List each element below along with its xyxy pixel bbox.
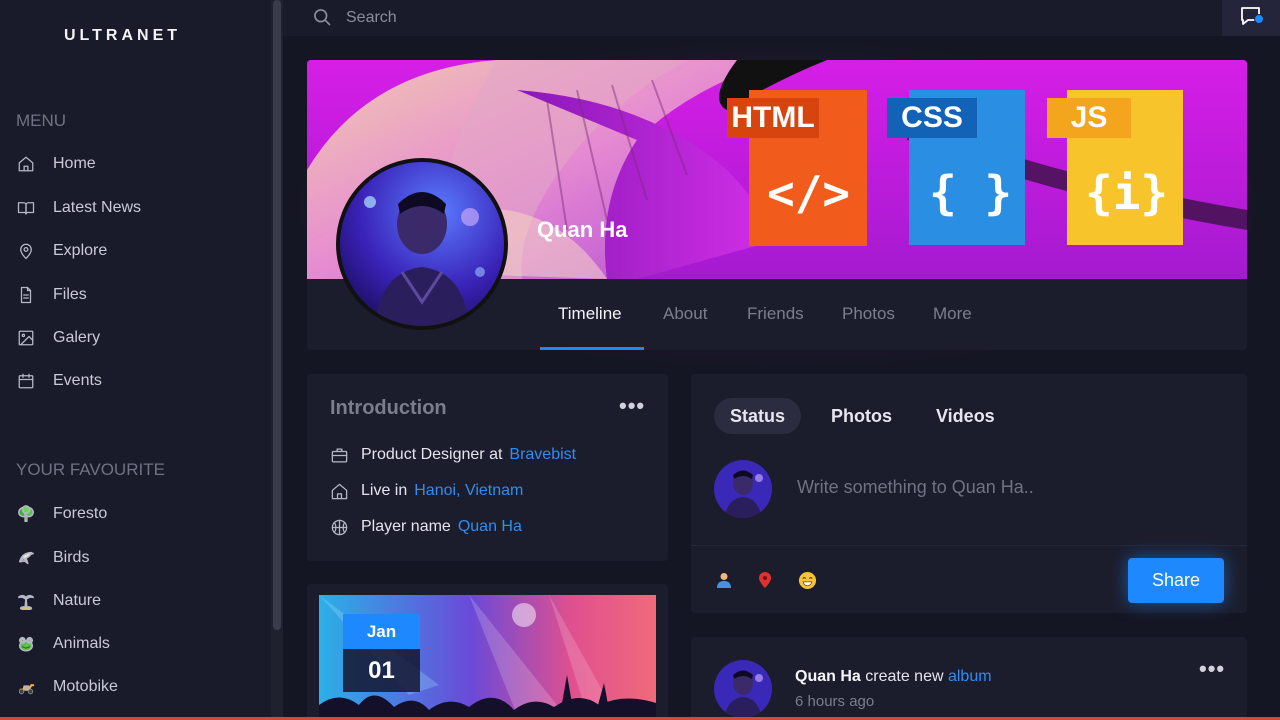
- tag-people-icon[interactable]: [714, 570, 734, 590]
- messages-button[interactable]: [1222, 0, 1280, 36]
- code-tag-icon: </>: [767, 166, 851, 220]
- curly-braces-icon: { }: [929, 166, 1013, 220]
- tab-timeline[interactable]: Timeline: [558, 304, 622, 324]
- tab-about[interactable]: About: [663, 304, 707, 324]
- search-input[interactable]: [346, 6, 946, 30]
- emoji-icon[interactable]: [797, 570, 817, 590]
- location-link[interactable]: Hanoi, Vietnam: [414, 482, 523, 500]
- sidebar-item-label: Events: [53, 372, 102, 389]
- post-object-link[interactable]: album: [948, 668, 992, 685]
- sidebar-item-label: Animals: [53, 635, 110, 652]
- sidebar-item-label: Latest News: [53, 199, 142, 216]
- frog-icon: [16, 634, 36, 654]
- active-tab-indicator: [540, 347, 644, 350]
- event-day: 01: [343, 649, 420, 692]
- sidebar-item-events[interactable]: Events: [16, 369, 256, 393]
- post-author-name[interactable]: Quan Ha: [795, 668, 861, 685]
- intro-row-player: Player name Quan Ha: [330, 516, 522, 538]
- sidebar-item-label: Explore: [53, 242, 108, 259]
- tab-more[interactable]: More: [933, 304, 972, 324]
- post-timestamp: 6 hours ago: [795, 693, 875, 710]
- calendar-icon: [16, 371, 36, 391]
- composer-tab-status[interactable]: Status: [714, 398, 802, 434]
- notification-dot: [1254, 14, 1264, 24]
- sidebar-item-motobike[interactable]: Motobike: [16, 675, 256, 699]
- sidebar-item-label: Home: [53, 155, 96, 172]
- intro-row-location: Live in Hanoi, Vietnam: [330, 480, 523, 502]
- player-name-link[interactable]: Quan Ha: [458, 518, 522, 536]
- app-logo[interactable]: ULTRANET: [64, 27, 181, 45]
- sidebar-item-nature[interactable]: Nature: [16, 589, 256, 613]
- briefcase-icon: [331, 448, 348, 462]
- sidebar-item-explore[interactable]: Explore: [16, 239, 256, 263]
- sidebar-item-label: Foresto: [53, 505, 108, 522]
- html-badge-label: HTML: [727, 98, 819, 138]
- compose-status-input[interactable]: [797, 474, 1217, 500]
- workplace-link[interactable]: Bravebist: [509, 446, 576, 464]
- book-icon: [16, 198, 36, 218]
- post-action: create new: [865, 668, 944, 685]
- composer-tab-videos[interactable]: Videos: [920, 398, 1011, 434]
- intro-row-label: Live in: [361, 482, 408, 499]
- sidebar-item-latest-news[interactable]: Latest News: [16, 196, 256, 220]
- menu-section-title: MENU: [16, 111, 67, 130]
- bird-icon: [16, 548, 36, 568]
- sidebar-item-files[interactable]: Files: [16, 283, 256, 307]
- location-pin-icon: [16, 241, 36, 261]
- intro-row-work: Product Designer at Bravebist: [330, 444, 576, 466]
- intro-row-label: Product Designer at: [361, 446, 503, 463]
- intro-row-label: Player name: [361, 518, 451, 535]
- image-icon: [16, 328, 36, 348]
- composer-divider: [691, 545, 1247, 546]
- palm-tree-icon: [16, 591, 36, 611]
- sidebar-item-foresto[interactable]: Foresto: [16, 502, 256, 526]
- share-button[interactable]: Share: [1128, 558, 1224, 603]
- tab-friends[interactable]: Friends: [747, 304, 804, 324]
- home-icon: [16, 154, 36, 174]
- profile-avatar[interactable]: [336, 158, 508, 330]
- sidebar-scrollbar-thumb[interactable]: [273, 0, 281, 630]
- search-icon: [312, 7, 332, 32]
- tab-photos[interactable]: Photos: [842, 304, 895, 324]
- composer-tab-photos[interactable]: Photos: [815, 398, 908, 434]
- scooter-icon: [16, 677, 36, 697]
- sidebar-item-label: Galery: [53, 329, 101, 346]
- sidebar-item-birds[interactable]: Birds: [16, 546, 256, 570]
- sidebar-item-galery[interactable]: Galery: [16, 326, 256, 350]
- favourite-section-title: YOUR FAVOURITE: [16, 460, 165, 479]
- introduction-title: Introduction: [330, 397, 447, 419]
- profile-name: Quan Ha: [537, 217, 628, 242]
- location-pin-icon[interactable]: [755, 570, 775, 590]
- js-file-badge: JS {i}: [1047, 88, 1197, 248]
- sidebar: ULTRANET MENU Home Latest News Explore F…: [0, 0, 271, 720]
- basketball-icon: [331, 519, 348, 535]
- sidebar-item-home[interactable]: Home: [16, 152, 256, 176]
- tree-icon: [16, 504, 36, 524]
- sidebar-item-label: Motobike: [53, 678, 118, 695]
- post-author-avatar[interactable]: [714, 660, 772, 718]
- composer-avatar: [714, 460, 772, 518]
- html-file-badge: HTML </>: [727, 88, 877, 248]
- sidebar-item-label: Nature: [53, 592, 102, 609]
- post-headline: Quan Ha create new album: [795, 668, 992, 686]
- sidebar-item-label: Files: [53, 286, 87, 303]
- home-icon: [331, 483, 348, 499]
- file-icon: [16, 285, 36, 305]
- js-badge-label: JS: [1047, 98, 1131, 138]
- sidebar-item-animals[interactable]: Animals: [16, 632, 256, 656]
- post-more-options-icon[interactable]: •••: [1199, 656, 1225, 682]
- sidebar-item-label: Birds: [53, 549, 90, 566]
- event-date-badge: Jan 01: [343, 614, 420, 692]
- css-badge-label: CSS: [887, 98, 977, 138]
- intro-more-options-icon[interactable]: •••: [619, 393, 645, 419]
- css-file-badge: CSS { }: [887, 88, 1037, 248]
- event-month: Jan: [343, 614, 420, 649]
- js-braces-icon: {i}: [1085, 166, 1169, 220]
